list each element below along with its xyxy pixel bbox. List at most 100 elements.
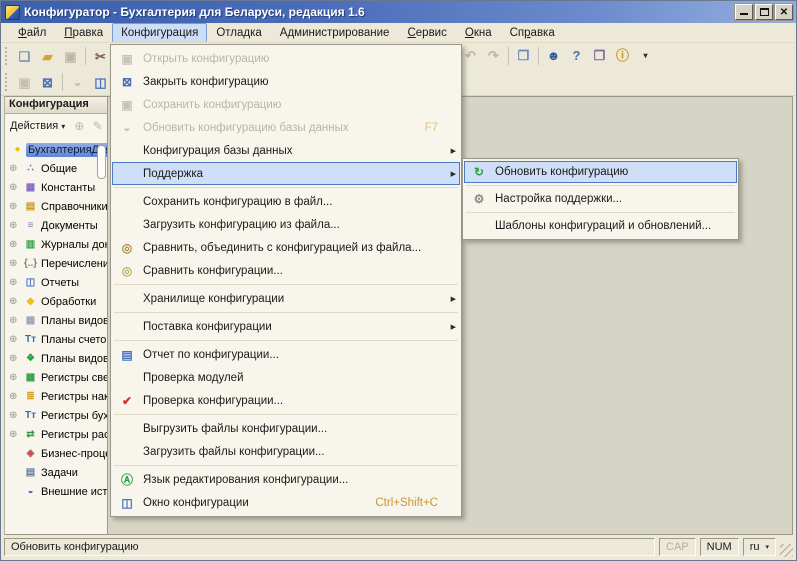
tree-item-chart-of-accounts[interactable]: Тт Планы счетов xyxy=(5,330,107,349)
actions-button[interactable]: Действия ▾ xyxy=(7,118,68,134)
toolbar-grip[interactable] xyxy=(5,47,10,65)
tree-expander-icon[interactable] xyxy=(9,430,22,440)
resize-grip[interactable] xyxy=(780,544,793,557)
tree-item-documents[interactable]: ≡ Документы xyxy=(5,216,107,235)
tree-item-data-processors[interactable]: ◆ Обработки xyxy=(5,292,107,311)
toolbar-more-button[interactable]: ▾ xyxy=(634,45,657,66)
menu-item-shortcut: Ctrl+Shift+C xyxy=(375,497,446,509)
tree-item-external-sources[interactable]: ◒ Внешние источники данных xyxy=(5,482,107,501)
menu-configuration[interactable]: Конфигурация xyxy=(112,23,207,42)
cut-button[interactable]: ✂ xyxy=(89,46,112,67)
tree-expander-icon[interactable] xyxy=(9,202,22,212)
menu-item-update-db-configuration[interactable]: ◒ Обновить конфигурацию базы данных F7 ▶ xyxy=(112,116,460,139)
close-configuration-toolbar-button[interactable]: ⊠ xyxy=(36,72,59,93)
open-file-button[interactable]: ▰ xyxy=(36,46,59,67)
tree-expander-icon[interactable] xyxy=(9,335,22,345)
tree-item-reports[interactable]: ◫ Отчеты xyxy=(5,273,107,292)
toolbar-grip[interactable] xyxy=(5,73,10,91)
open-configuration-toolbar-button[interactable]: ▣ xyxy=(13,72,36,93)
menu-item-compare-merge-config[interactable]: ◎ Сравнить, объединить с конфигурацией и… xyxy=(112,236,460,259)
menu-file[interactable]: Файл xyxy=(9,23,55,42)
help-search-button[interactable]: ? xyxy=(565,45,588,66)
about-button[interactable]: ⓘ xyxy=(611,45,634,66)
undo-button[interactable]: ↶ xyxy=(459,45,482,66)
tree-item-calc-type-plans[interactable]: ❖ Планы видов расчета xyxy=(5,349,107,368)
menu-item-config-report[interactable]: ▤ Отчет по конфигурации... ▶ xyxy=(112,343,460,366)
menu-item-load-config-from-file[interactable]: Загрузить конфигурацию из файла... ▶ xyxy=(112,213,460,236)
tree-item-business-processes[interactable]: ◈ Бизнес-процессы xyxy=(5,444,107,463)
menu-edit[interactable]: Правка xyxy=(55,23,112,42)
menu-item-support[interactable]: Поддержка ▶ xyxy=(112,162,460,185)
tree-item-tasks[interactable]: ▤ Задачи xyxy=(5,463,107,482)
menu-administration[interactable]: Администрирование xyxy=(271,23,399,42)
update-db-configuration-toolbar-button[interactable]: ◒ xyxy=(66,72,89,93)
chevron-down-icon: ▾ xyxy=(765,543,769,551)
tree-item-catalogs[interactable]: ▤ Справочники xyxy=(5,197,107,216)
menu-item-save-configuration[interactable]: ▣ Сохранить конфигурацию ▶ xyxy=(112,93,460,116)
tree-item-root[interactable]: ● БухгалтерияДля xyxy=(5,140,107,159)
menu-item-config-window[interactable]: ◫ Окно конфигурации Ctrl+Shift+C ▶ xyxy=(112,491,460,514)
tree-expander-icon[interactable] xyxy=(9,392,22,402)
menu-windows[interactable]: Окна xyxy=(456,23,501,42)
help-contents-button[interactable]: ❒ xyxy=(588,45,611,66)
app-icon[interactable] xyxy=(5,5,20,20)
actions-add-icon[interactable]: ⊕ xyxy=(72,119,86,133)
copy-windows-button[interactable]: ❐ xyxy=(512,45,535,66)
language-value: ru xyxy=(750,541,760,553)
menu-item-close-configuration[interactable]: ⊠ Закрыть конфигурацию ▶ xyxy=(112,70,460,93)
menu-item-open-configuration[interactable]: ▣ Открыть конфигурацию ▶ xyxy=(112,47,460,70)
menu-item-config-delivery[interactable]: Поставка конфигурации ▶ xyxy=(112,315,460,338)
menu-separator xyxy=(114,340,458,341)
submenu-item-support-settings[interactable]: ⚙ Настройка поддержки... ▶ xyxy=(464,188,737,210)
tree-expander-icon[interactable] xyxy=(9,240,22,250)
menu-item-config-repository[interactable]: Хранилище конфигурации ▶ xyxy=(112,287,460,310)
menu-item-dump-config-files[interactable]: Выгрузить файлы конфигурации... ▶ xyxy=(112,417,460,440)
save-button[interactable]: ▣ xyxy=(59,46,82,67)
new-document-button[interactable]: ❏ xyxy=(13,46,36,67)
menu-item-label: Сохранить конфигурацию в файл... xyxy=(139,196,438,208)
tree-item-info-registers[interactable]: ▦ Регистры сведений xyxy=(5,368,107,387)
tree-expander-icon[interactable] xyxy=(9,297,22,307)
menu-debug[interactable]: Отладка xyxy=(207,23,270,42)
tree-expander-icon[interactable] xyxy=(9,354,22,364)
tree-item-enums[interactable]: {..} Перечисления xyxy=(5,254,107,273)
submenu-item-config-templates[interactable]: Шаблоны конфигураций и обновлений... ▶ xyxy=(464,215,737,237)
tree-item-accounting-registers[interactable]: Тт Регистры бухгалтерии xyxy=(5,406,107,425)
menu-item-compare-configs[interactable]: ◎ Сравнить конфигурации... ▶ xyxy=(112,259,460,282)
tree-expander-icon[interactable] xyxy=(9,183,22,193)
tree-item-char-type-plans[interactable]: ▦ Планы видов характеристик xyxy=(5,311,107,330)
menu-service[interactable]: Сервис xyxy=(398,23,455,42)
tree-expander-icon[interactable] xyxy=(9,411,22,421)
menu-item-save-config-to-file[interactable]: Сохранить конфигурацию в файл... ▶ xyxy=(112,190,460,213)
menu-help[interactable]: Справка xyxy=(501,23,564,42)
menu-item-load-config-files[interactable]: Загрузить файлы конфигурации... ▶ xyxy=(112,440,460,463)
menu-item-check-modules[interactable]: Проверка модулей ▶ xyxy=(112,366,460,389)
tree-item-common[interactable]: ∴ Общие xyxy=(5,159,107,178)
tree-info-registers-icon: ▦ xyxy=(22,373,39,383)
tree-documents-icon: ≡ xyxy=(22,221,39,231)
tree-item-accum-registers[interactable]: ≣ Регистры накопления xyxy=(5,387,107,406)
tree-expander-icon[interactable] xyxy=(9,373,22,383)
menu-item-check-config[interactable]: ✔ Проверка конфигурации... ▶ xyxy=(112,389,460,412)
language-selector[interactable]: ru ▾ xyxy=(743,538,776,556)
menu-item-edit-language[interactable]: Ⓐ Язык редактирования конфигурации... ▶ xyxy=(112,468,460,491)
actions-edit-icon[interactable]: ✎ xyxy=(91,119,105,133)
close-button[interactable]: ✕ xyxy=(775,4,793,20)
tree-expander-icon[interactable] xyxy=(9,259,22,269)
tree-scrollbar-thumb[interactable] xyxy=(97,145,106,179)
tree-expander-icon[interactable] xyxy=(9,278,22,288)
tree-item-calc-registers[interactable]: ⇄ Регистры расчета xyxy=(5,425,107,444)
tree-item-constants[interactable]: ▦ Константы xyxy=(5,178,107,197)
submenu-item-update-configuration[interactable]: ↻ Обновить конфигурацию ▶ xyxy=(464,161,737,183)
tree-expander-icon[interactable] xyxy=(9,316,22,326)
tree-item-document-journals[interactable]: ▥ Журналы документов xyxy=(5,235,107,254)
menu-item-label: Язык редактирования конфигурации... xyxy=(139,474,438,486)
syntax-check-button[interactable]: ☻ xyxy=(542,45,565,66)
minimize-button[interactable] xyxy=(735,4,753,20)
redo-button[interactable]: ↷ xyxy=(482,45,505,66)
tree-expander-icon[interactable] xyxy=(9,164,22,174)
tree-expander-icon[interactable] xyxy=(9,221,22,231)
menu-item-db-configuration[interactable]: Конфигурация базы данных ▶ xyxy=(112,139,460,162)
configuration-window-toolbar-button[interactable]: ◫ xyxy=(89,72,112,93)
maximize-button[interactable] xyxy=(755,4,773,20)
